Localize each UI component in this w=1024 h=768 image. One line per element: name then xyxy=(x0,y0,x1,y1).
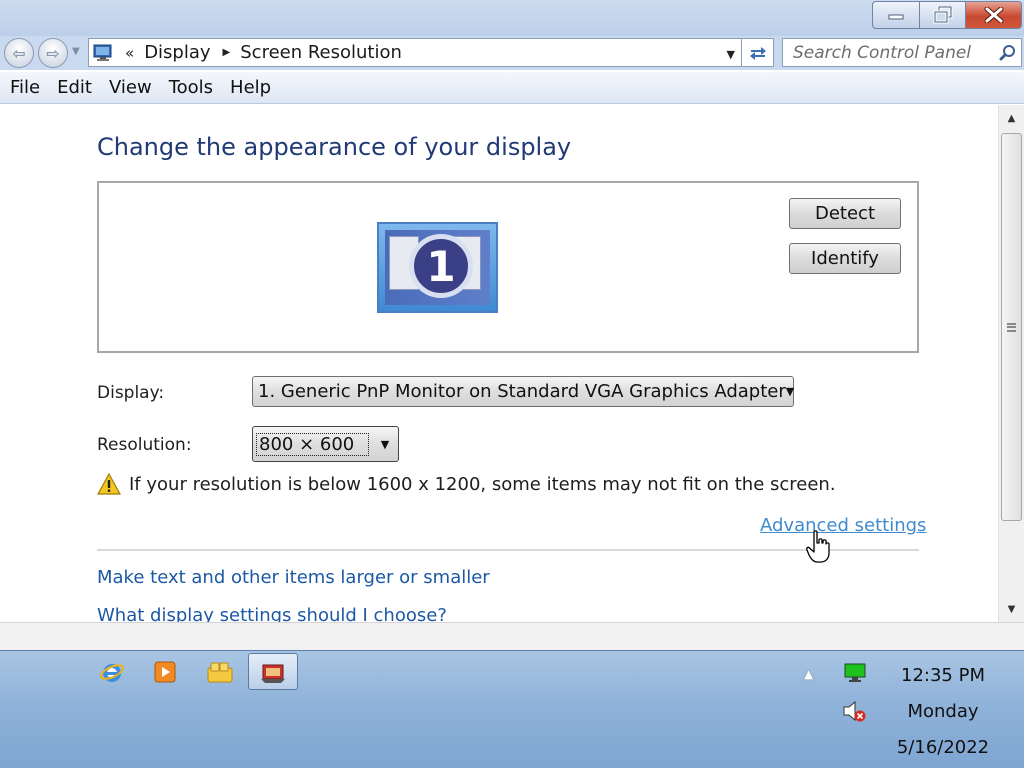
media-player-icon xyxy=(154,661,176,682)
display-settings-help-link[interactable]: What display settings should I choose? xyxy=(97,605,447,622)
display-select-value: 1. Generic PnP Monitor on Standard VGA G… xyxy=(258,381,786,402)
restore-button[interactable] xyxy=(920,1,966,29)
show-hidden-icons-button[interactable]: ▲ xyxy=(804,667,813,681)
main-content: Change the appearance of your display 1 … xyxy=(0,105,998,622)
monitor-screen: 1 xyxy=(385,230,490,305)
refresh-button[interactable] xyxy=(742,38,774,67)
scrollbar-thumb[interactable] xyxy=(1001,133,1022,521)
clock-time[interactable]: 12:35 PM xyxy=(880,665,1006,686)
resolution-select[interactable]: 800 × 600 ▼ xyxy=(252,426,399,462)
back-button[interactable]: ⇦ xyxy=(4,38,34,68)
taskbar-windows-explorer[interactable] xyxy=(195,653,245,690)
breadcrumb-overflow[interactable]: « xyxy=(125,44,134,62)
refresh-icon xyxy=(749,46,766,60)
dropdown-arrow-icon: ▼ xyxy=(380,437,390,451)
taskbar-internet-explorer[interactable] xyxy=(87,653,137,690)
identify-button[interactable]: Identify xyxy=(789,243,901,274)
monitor-number-badge: 1 xyxy=(409,234,473,298)
volume-muted-icon[interactable] xyxy=(842,699,868,723)
resolution-label: Resolution: xyxy=(97,435,192,455)
scroll-up-arrow-icon[interactable]: ▲ xyxy=(999,107,1024,129)
hand-cursor-icon xyxy=(806,530,830,563)
search-icon[interactable] xyxy=(999,44,1017,62)
menu-view[interactable]: View xyxy=(100,77,160,98)
recent-pages-dropdown[interactable]: ▼ xyxy=(72,46,80,57)
detect-button[interactable]: Detect xyxy=(789,198,901,229)
back-arrow-icon: ⇦ xyxy=(12,43,26,63)
search-input[interactable] xyxy=(793,42,999,63)
menu-tools[interactable]: Tools xyxy=(160,77,221,98)
taskbar: ▲ 12:35 PM Monday 5/16/2022 xyxy=(0,650,1024,768)
minimize-button[interactable] xyxy=(872,1,920,29)
close-icon xyxy=(984,7,1003,23)
advanced-settings-link[interactable]: Advanced settings xyxy=(760,515,926,536)
minimize-icon xyxy=(888,14,904,20)
menu-bar: File Edit View Tools Help xyxy=(0,72,1024,104)
taskbar-media-player[interactable] xyxy=(140,653,190,690)
section-divider xyxy=(97,549,919,551)
monitor-1-thumbnail[interactable]: 1 xyxy=(377,222,498,313)
title-bar xyxy=(0,0,1024,36)
monitor-preview-area: 1 Detect Identify xyxy=(97,181,919,353)
resolution-select-value: 800 × 600 xyxy=(256,432,369,456)
menu-edit[interactable]: Edit xyxy=(48,77,100,98)
restore-icon xyxy=(933,6,952,24)
display-select[interactable]: 1. Generic PnP Monitor on Standard VGA G… xyxy=(252,376,794,407)
page-title: Change the appearance of your display xyxy=(97,133,572,161)
warning-text: If your resolution is below 1600 x 1200,… xyxy=(129,473,836,495)
close-button[interactable] xyxy=(966,1,1022,29)
clock-day[interactable]: Monday xyxy=(880,701,1006,722)
internet-explorer-icon xyxy=(99,663,125,682)
grip-icon xyxy=(1007,322,1016,332)
address-dropdown-icon[interactable]: ▼ xyxy=(727,48,735,61)
breadcrumb-screen-resolution[interactable]: Screen Resolution xyxy=(240,42,402,63)
status-bar xyxy=(0,622,1024,650)
window-controls xyxy=(872,1,1022,29)
navigation-bar: ⇦ ⇨ ▼ « Display ▶ Screen Resolution ▼ xyxy=(0,36,1024,70)
vertical-scrollbar[interactable]: ▲ ▼ xyxy=(998,105,1024,622)
address-bar[interactable]: « Display ▶ Screen Resolution ▼ xyxy=(88,38,742,67)
windows-explorer-icon xyxy=(207,662,233,682)
taskbar-display-settings[interactable] xyxy=(248,653,298,690)
breadcrumb-display[interactable]: Display xyxy=(144,42,210,63)
network-icon[interactable] xyxy=(844,663,866,683)
forward-button[interactable]: ⇨ xyxy=(38,38,68,68)
search-box[interactable] xyxy=(782,38,1022,67)
dropdown-arrow-icon: ▼ xyxy=(785,385,795,398)
display-settings-icon xyxy=(261,664,285,683)
forward-arrow-icon: ⇨ xyxy=(46,43,60,63)
scroll-down-arrow-icon[interactable]: ▼ xyxy=(999,598,1024,620)
display-label: Display: xyxy=(97,383,165,403)
warning-icon xyxy=(97,473,121,495)
resolution-warning: If your resolution is below 1600 x 1200,… xyxy=(97,473,836,495)
clock-date[interactable]: 5/16/2022 xyxy=(880,737,1006,758)
menu-help[interactable]: Help xyxy=(221,77,279,98)
display-control-panel-icon xyxy=(93,44,112,61)
menu-file[interactable]: File xyxy=(0,77,48,98)
breadcrumb-arrow-icon[interactable]: ▶ xyxy=(223,47,231,58)
text-size-link[interactable]: Make text and other items larger or smal… xyxy=(97,567,490,588)
